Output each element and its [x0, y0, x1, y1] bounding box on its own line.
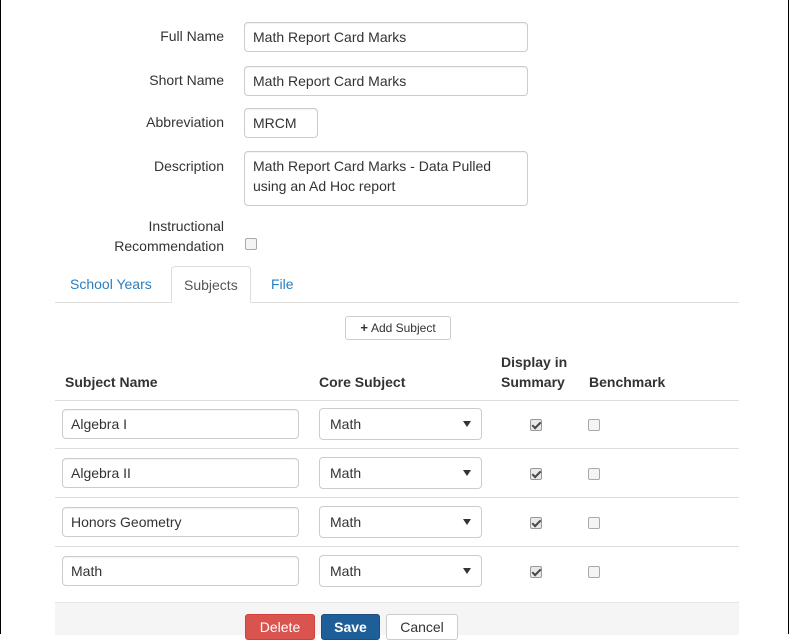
display-in-summary-checkbox[interactable]	[530, 468, 542, 480]
abbreviation-label: Abbreviation	[146, 114, 224, 130]
header-core-subject: Core Subject	[319, 374, 406, 390]
core-subject-value: Math	[330, 465, 362, 481]
header-benchmark: Benchmark	[589, 374, 666, 390]
core-subject-select[interactable]: Math	[319, 408, 482, 440]
full-name-label: Full Name	[160, 28, 224, 44]
chevron-down-icon	[463, 470, 471, 476]
plus-icon: +	[360, 320, 368, 335]
short-name-input[interactable]: Math Report Card Marks	[244, 66, 528, 96]
benchmark-checkbox[interactable]	[588, 419, 600, 431]
core-subject-value: Math	[330, 514, 362, 530]
instructional-recommendation-checkbox[interactable]	[245, 238, 257, 250]
add-subject-label: Add Subject	[370, 321, 436, 335]
core-subject-select[interactable]: Math	[319, 555, 482, 587]
cancel-button[interactable]: Cancel	[386, 614, 458, 640]
description-label: Description	[153, 158, 224, 174]
tab-subjects[interactable]: Subjects	[171, 266, 251, 303]
core-subject-select[interactable]: Math	[319, 457, 482, 489]
display-in-summary-checkbox[interactable]	[530, 517, 542, 529]
subject-name-input[interactable]: Algebra I	[62, 409, 299, 439]
subject-name-input[interactable]: Algebra II	[62, 458, 299, 488]
instructional-label-line2: Recommendation	[114, 238, 224, 254]
instructional-label-line1: Instructional	[148, 218, 224, 234]
full-name-input[interactable]: Math Report Card Marks	[244, 22, 528, 52]
short-name-label: Short Name	[149, 72, 224, 88]
core-subject-value: Math	[330, 416, 362, 432]
add-subject-button[interactable]: + Add Subject	[345, 316, 451, 340]
chevron-down-icon	[463, 519, 471, 525]
subject-name-input[interactable]: Math	[62, 556, 299, 586]
tab-school-years[interactable]: School Years	[58, 266, 164, 302]
core-subject-value: Math	[330, 563, 362, 579]
delete-button[interactable]: Delete	[245, 614, 315, 640]
table-row-divider	[55, 497, 739, 498]
subject-name-input[interactable]: Honors Geometry	[62, 507, 299, 537]
frame-right-edge	[788, 0, 789, 634]
table-row-divider	[55, 448, 739, 449]
benchmark-checkbox[interactable]	[588, 468, 600, 480]
tab-file[interactable]: File	[259, 266, 306, 302]
benchmark-checkbox[interactable]	[588, 566, 600, 578]
chevron-down-icon	[463, 568, 471, 574]
table-row-divider	[55, 546, 739, 547]
benchmark-checkbox[interactable]	[588, 517, 600, 529]
display-in-summary-checkbox[interactable]	[530, 566, 542, 578]
chevron-down-icon	[463, 421, 471, 427]
core-subject-select[interactable]: Math	[319, 506, 482, 538]
description-textarea[interactable]: Math Report Card Marks - Data Pulled usi…	[244, 151, 528, 206]
abbreviation-input[interactable]: MRCM	[244, 108, 318, 138]
frame-left-edge	[0, 0, 1, 634]
header-display-line2: Summary	[501, 374, 565, 390]
header-display-line1: Display in	[501, 354, 568, 370]
tabs-divider	[55, 302, 739, 303]
header-subject-name: Subject Name	[65, 374, 158, 390]
table-header-divider	[55, 400, 739, 401]
save-button[interactable]: Save	[321, 614, 380, 640]
display-in-summary-checkbox[interactable]	[530, 419, 542, 431]
